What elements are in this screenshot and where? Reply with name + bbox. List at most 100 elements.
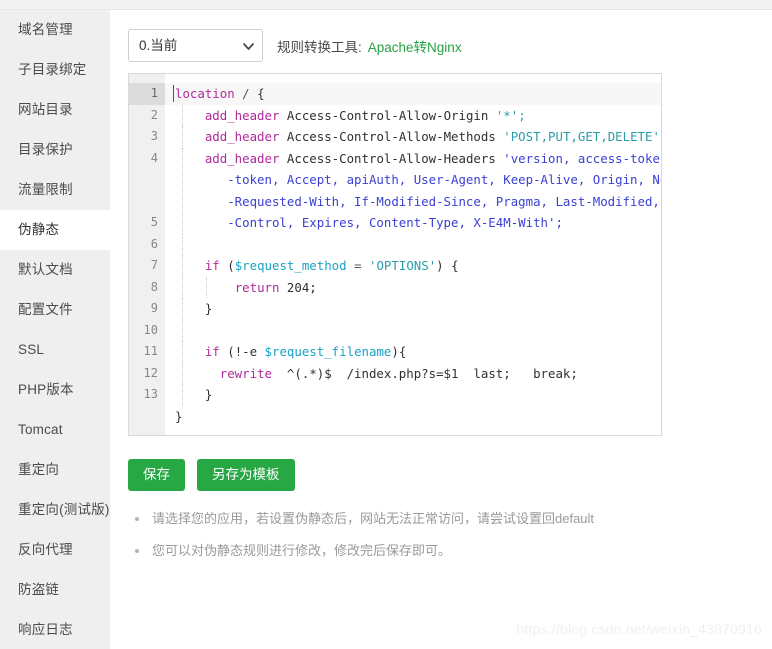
token-rewrite-args: ^(.*)$ /index.php?s=$1 last; break; [271, 365, 578, 381]
line-number: 10 [143, 322, 158, 337]
pseudo-static-code-editor[interactable]: 1 2 3 4 5 6 7 8 9 10 11 12 13 location /… [128, 73, 662, 436]
token-brace: { [257, 86, 265, 101]
main-panel: 0.当前 规则转换工具: Apache转Nginx 1 2 3 4 5 6 7 … [110, 10, 772, 649]
sidebar-item-anti-leech[interactable]: 防盗链 [0, 570, 110, 610]
code-line-7: return 204; [165, 276, 661, 298]
code-line-4-row-3: -Requested-With, If-Modified-Since, Prag… [175, 191, 661, 213]
sidebar-item-ssl[interactable]: SSL [0, 330, 110, 370]
code-content[interactable]: location / { add_header Access-Control-A… [165, 74, 661, 435]
indent-guide [182, 276, 183, 298]
token-string-part: 'version, access-token, user [503, 150, 661, 166]
apache-to-nginx-link[interactable]: Apache转Nginx [368, 36, 462, 56]
sidebar: 域名管理 子目录绑定 网站目录 目录保护 流量限制 伪静态 默认文档 配置文件 … [0, 10, 110, 649]
page-root: 域名管理 子目录绑定 网站目录 目录保护 流量限制 伪静态 默认文档 配置文件 … [0, 0, 772, 649]
code-line-4-row-4: -Control, Expires, Content-Type, X-E4M-W… [175, 212, 661, 234]
token-header-name: Access-Control-Allow-Headers [286, 150, 496, 166]
line-number: 11 [143, 344, 158, 358]
watermark: https://blog.csdn.net/weixin_43870916 [516, 621, 762, 637]
code-line-1: location / { [165, 83, 661, 105]
line-number: 9 [150, 301, 158, 315]
sidebar-item-php-version[interactable]: PHP版本 [0, 370, 110, 410]
note-text: 请选择您的应用，若设置伪静态后，网站无法正常访问，请尝试设置回default [152, 511, 595, 526]
token-variable: $request_filename [264, 344, 392, 359]
token-keyword: location [175, 86, 235, 101]
line-number: 8 [150, 279, 158, 294]
line-number: 2 [150, 107, 158, 122]
token-string-part: -Control, Expires, Content-Type, X-E4M-W… [227, 215, 563, 230]
indent-guide [182, 384, 183, 406]
token-directive: add_header [204, 107, 280, 123]
token-paren: ( [227, 258, 235, 273]
code-line-2: add_header Access-Control-Allow-Origin '… [165, 104, 661, 126]
sidebar-item-redirect-beta[interactable]: 重定向(测试版) [0, 490, 110, 530]
sidebar-item-domain-management[interactable]: 域名管理 [0, 10, 110, 50]
token-path: / [242, 86, 250, 101]
top-strip [0, 0, 772, 10]
token-directive: add_header [204, 150, 280, 166]
indent-guide [182, 298, 183, 320]
sidebar-item-redirect[interactable]: 重定向 [0, 450, 110, 490]
sidebar-item-subdirectory-binding[interactable]: 子目录绑定 [0, 50, 110, 90]
token-variable: $request_method [234, 258, 347, 273]
action-buttons: 保存 另存为模板 [128, 459, 295, 491]
token-keyword: if [204, 258, 220, 273]
sidebar-item-config-file[interactable]: 配置文件 [0, 290, 110, 330]
indent-guide [182, 147, 183, 234]
code-line-6: if ($request_method = 'OPTIONS') { [165, 255, 661, 277]
note-text: 您可以对伪静态规则进行修改，修改完后保存即可。 [152, 543, 452, 558]
sidebar-item-website-directory[interactable]: 网站目录 [0, 90, 110, 130]
token-string: 'OPTIONS' [369, 258, 437, 273]
code-line-9 [165, 319, 661, 341]
code-line-3: add_header Access-Control-Allow-Methods … [165, 126, 661, 148]
line-number: 13 [143, 387, 158, 401]
sidebar-item-traffic-limit[interactable]: 流量限制 [0, 170, 110, 210]
sidebar-item-default-document[interactable]: 默认文档 [0, 250, 110, 290]
line-number: 4 [150, 150, 158, 165]
rule-preset-select[interactable]: 0.当前 [128, 29, 263, 62]
code-line-5 [165, 233, 661, 255]
sidebar-item-reverse-proxy[interactable]: 反向代理 [0, 530, 110, 570]
token-paren: (!-e [227, 344, 265, 359]
sidebar-item-tomcat[interactable]: Tomcat [0, 410, 110, 450]
indent-guide [182, 319, 183, 341]
line-number: 6 [150, 236, 158, 251]
token-brace: } [204, 387, 213, 402]
token-close: ) { [436, 258, 459, 273]
indent-guide [182, 362, 183, 384]
note-item: 请选择您的应用，若设置伪静态后，网站无法正常访问，请尝试设置回default [132, 510, 732, 528]
code-line-4: add_header Access-Control-Allow-Headers … [165, 147, 661, 234]
sidebar-item-response-log[interactable]: 响应日志 [0, 610, 110, 649]
bullet-icon [135, 549, 139, 553]
token-brace: } [204, 301, 213, 316]
sidebar-item-directory-protection[interactable]: 目录保护 [0, 130, 110, 170]
note-item: 您可以对伪静态规则进行修改，修改完后保存即可。 [132, 542, 732, 560]
line-number: 3 [150, 129, 158, 143]
token-keyword: rewrite [219, 365, 272, 381]
save-as-template-button[interactable]: 另存为模板 [197, 459, 295, 491]
token-string-part: -token, Accept, apiAuth, User-Agent, Kee… [227, 172, 661, 187]
line-number: 12 [143, 365, 158, 380]
sidebar-item-pseudo-static[interactable]: 伪静态 [0, 210, 110, 250]
save-button[interactable]: 保存 [128, 459, 185, 491]
code-line-4-row-2: -token, Accept, apiAuth, User-Agent, Kee… [175, 169, 661, 191]
indent-guide [182, 255, 183, 277]
code-line-4-row-1: add_header Access-Control-Allow-Headers … [175, 148, 661, 170]
code-line-10: if (!-e $request_filename){ [165, 341, 661, 363]
bullet-icon [135, 517, 139, 521]
token-number: 204; [286, 279, 317, 295]
help-notes: 请选择您的应用，若设置伪静态后，网站无法正常访问，请尝试设置回default 您… [132, 510, 732, 574]
line-number: 7 [150, 258, 158, 272]
